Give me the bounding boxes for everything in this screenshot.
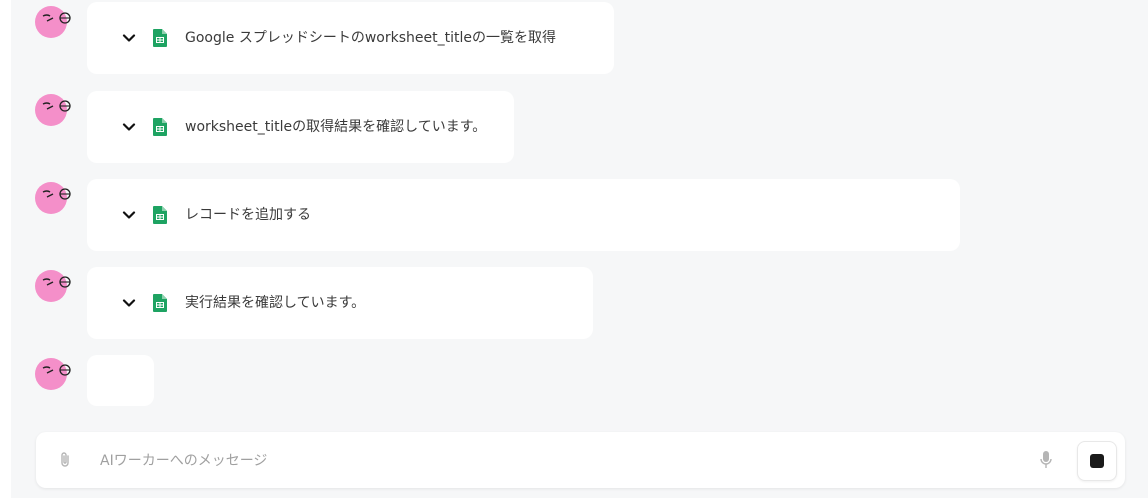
agent-avatar [35,94,73,128]
sheets-icon [153,294,167,312]
microphone-icon[interactable] [1039,450,1053,470]
tool-step-label: worksheet_titleの取得結果を確認しています。 [185,119,487,135]
stop-icon [1090,454,1104,468]
chevron-down-icon[interactable] [121,30,137,46]
sheets-icon [153,118,167,136]
tool-step-label: 実行結果を確認しています。 [185,295,366,311]
stop-button[interactable] [1077,441,1117,481]
chevron-down-icon[interactable] [121,295,137,311]
agent-avatar [35,358,73,392]
agent-avatar [35,270,73,304]
tool-step-card[interactable]: Google スプレッドシートのworksheet_titleの一覧を取得 [87,2,614,74]
tool-step-card[interactable]: worksheet_titleの取得結果を確認しています。 [87,91,514,163]
tool-step-label: レコードを追加する [185,207,311,223]
tool-step-label: Google スプレッドシートのworksheet_titleの一覧を取得 [185,30,556,46]
paperclip-icon[interactable] [58,451,72,469]
tool-step-card[interactable]: レコードを追加する [87,179,960,251]
sheets-icon [153,29,167,47]
pending-message-bubble [87,355,154,406]
message-input[interactable] [98,448,1002,474]
agent-avatar [35,182,73,216]
agent-avatar [35,6,73,40]
chat-area: Google スプレッドシートのworksheet_titleの一覧を取得 wo… [11,0,1148,498]
chevron-down-icon[interactable] [121,207,137,223]
sheets-icon [153,206,167,224]
message-composer [36,432,1125,488]
tool-step-card[interactable]: 実行結果を確認しています。 [87,267,593,339]
chevron-down-icon[interactable] [121,119,137,135]
